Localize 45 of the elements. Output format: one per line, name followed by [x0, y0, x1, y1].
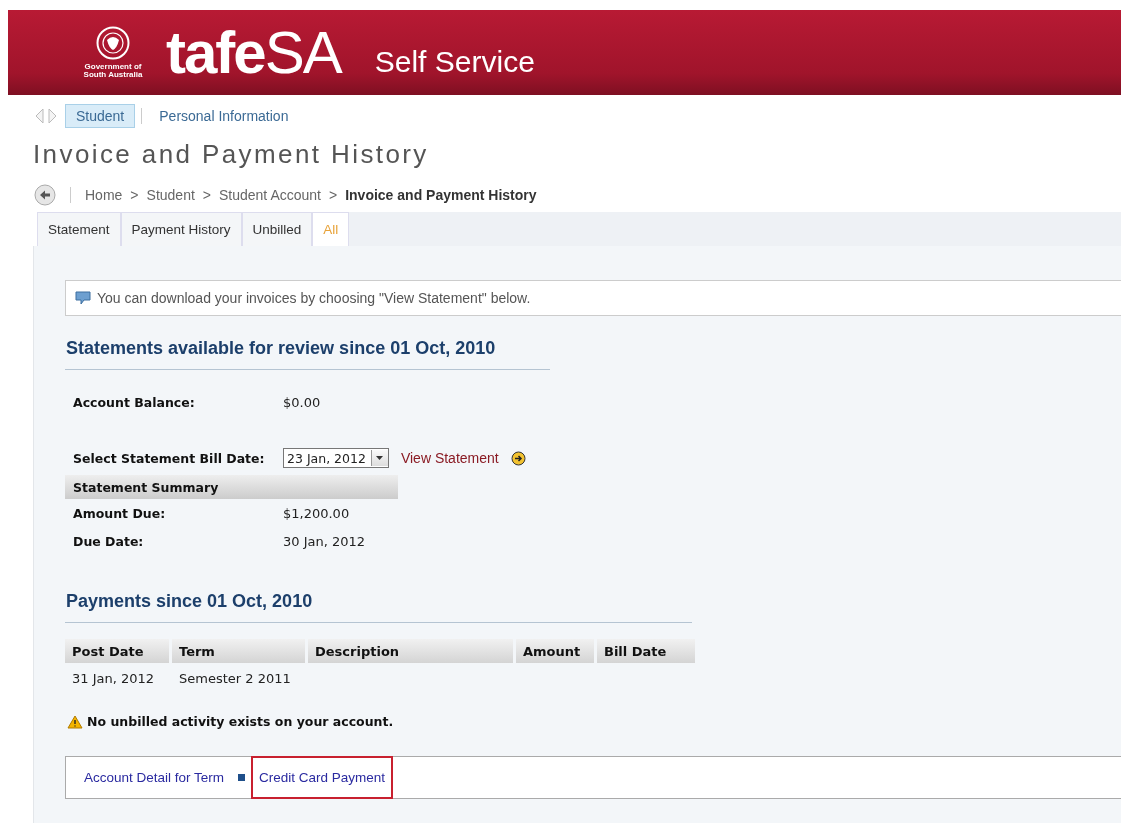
bill-date-select[interactable]: 23 Jan, 2012 — [283, 448, 389, 468]
site-title: Self Service — [374, 44, 535, 79]
column-header: Post Date — [65, 639, 169, 663]
warning-message: No unbilled activity exists on your account. — [87, 714, 394, 729]
back-icon[interactable] — [34, 184, 56, 206]
speech-bubble-icon — [75, 291, 91, 305]
breadcrumb-link[interactable]: Home — [85, 187, 123, 203]
tab[interactable]: Statement — [37, 212, 121, 246]
field-label: Due Date: — [73, 533, 145, 549]
nav-tab[interactable]: Personal Information — [148, 104, 300, 128]
action-link[interactable]: Account Detail for Term — [78, 758, 231, 797]
bullet-icon — [238, 774, 246, 781]
nav-tab[interactable]: Student — [65, 104, 136, 128]
tab[interactable]: Payment History — [120, 212, 242, 246]
summary-heading: Statement Summary — [65, 475, 398, 499]
page-title: Invoice and Payment History — [33, 139, 430, 170]
warning-icon — [67, 714, 83, 729]
field-label: Amount Due: — [73, 505, 167, 521]
table-cell-text: Semester 2 2011 — [178, 670, 292, 686]
dropdown-caret-icon — [376, 456, 384, 460]
breadcrumb-link[interactable]: Student — [146, 187, 195, 203]
action-link[interactable]: Credit Card Payment — [253, 758, 392, 797]
column-header: Bill Date — [597, 639, 695, 663]
table-cell-text: 31 Jan, 2012 — [71, 670, 156, 686]
breadcrumb-separator: > — [130, 187, 139, 203]
breadcrumb-link[interactable]: Student Account — [219, 187, 321, 203]
breadcrumb-separator: > — [328, 187, 338, 203]
view-statement-link[interactable]: View Statement — [400, 450, 499, 466]
government-label: Government of South Australia — [82, 63, 144, 79]
emblem-icon — [96, 26, 130, 60]
column-header: Amount — [516, 639, 594, 663]
info-text: You can download your invoices by choosing "View Statement" below. — [97, 290, 531, 306]
section-heading: Payments since 01 Oct, 2010 — [65, 591, 692, 623]
column-header: Description — [308, 639, 513, 663]
field-value: 30 Jan, 2012 — [283, 533, 366, 549]
breadcrumb-separator: > — [202, 187, 211, 203]
arrow-circle-icon[interactable] — [510, 450, 526, 466]
field-label: Account Balance: — [73, 394, 196, 410]
field-value: $0.00 — [283, 394, 321, 410]
field-value: $1,200.00 — [283, 505, 350, 521]
section-heading: Statements available for review since 01 Oct, 2010 — [65, 338, 550, 370]
field-label: Select Statement Bill Date: — [73, 450, 266, 466]
column-header: Term — [172, 639, 305, 663]
brand-logo: tafeSA — [166, 22, 341, 83]
tab[interactable]: Unbilled — [241, 212, 313, 246]
